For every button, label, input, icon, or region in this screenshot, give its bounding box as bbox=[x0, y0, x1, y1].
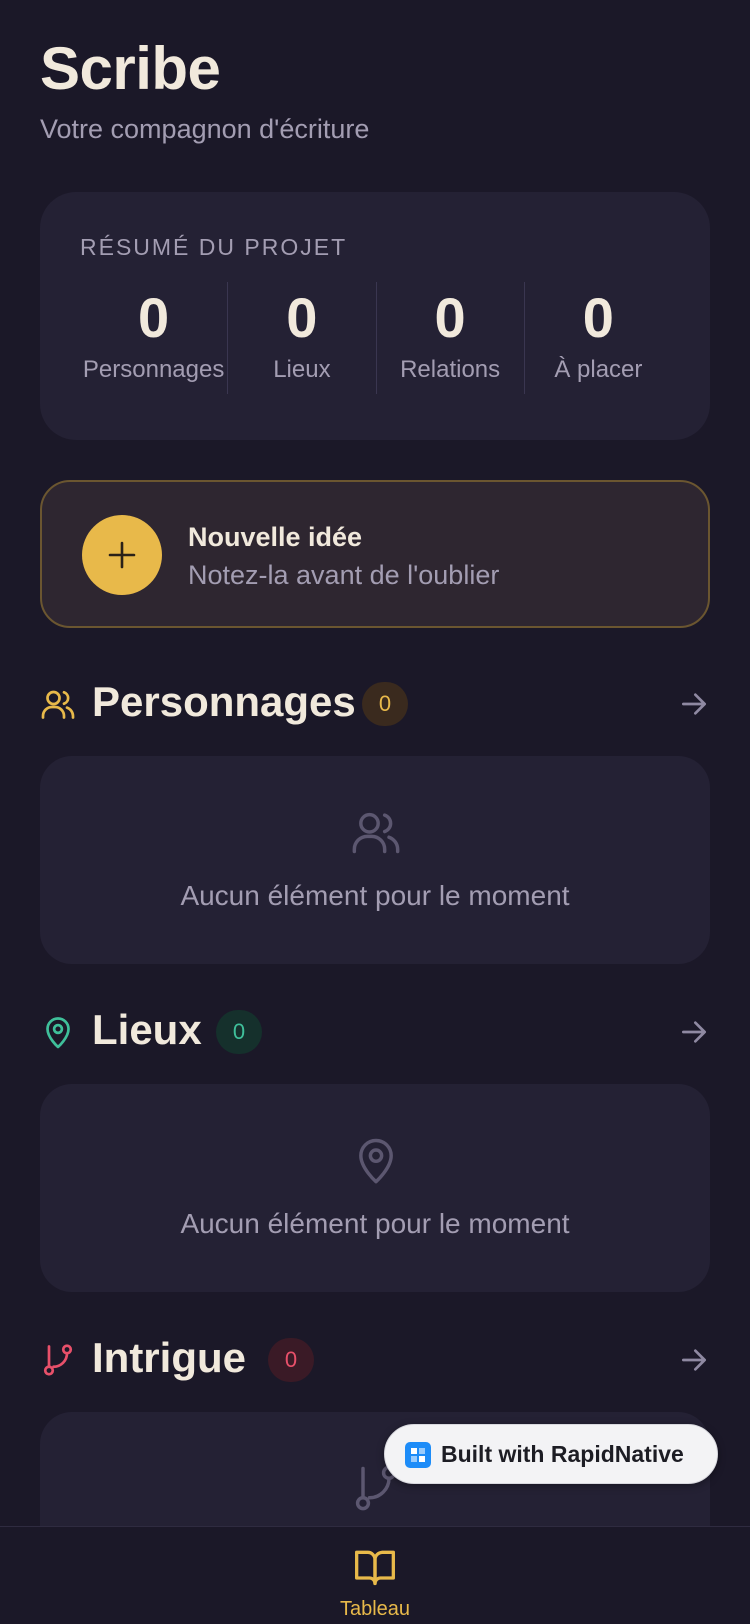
stat-places: 0 Lieux bbox=[227, 282, 375, 394]
arrow-right-icon[interactable] bbox=[678, 1344, 710, 1376]
section-header-places[interactable]: Lieux 0 bbox=[40, 1002, 710, 1062]
users-icon bbox=[352, 812, 400, 854]
plus-icon bbox=[82, 515, 162, 595]
stat-label: Lieux bbox=[273, 356, 331, 383]
stat-value: 0 bbox=[434, 286, 466, 349]
arrow-right-icon[interactable] bbox=[678, 688, 710, 720]
map-pin-icon bbox=[46, 1017, 70, 1049]
app-title: Scribe bbox=[40, 35, 221, 102]
section-header-characters[interactable]: Personnages 0 bbox=[40, 674, 710, 734]
users-icon bbox=[41, 690, 75, 719]
tab-label: Tableau bbox=[339, 1598, 411, 1620]
map-pin-icon bbox=[359, 1138, 393, 1184]
book-open-icon bbox=[355, 1550, 395, 1586]
empty-state-text: Aucun élément pour le moment bbox=[180, 1208, 570, 1239]
count-badge: 0 bbox=[268, 1338, 314, 1382]
project-summary-card: RÉSUMÉ DU PROJET 0 Personnages 0 Lieux 0… bbox=[40, 192, 710, 440]
stat-characters: 0 Personnages bbox=[80, 282, 227, 394]
tab-dashboard[interactable]: Tableau bbox=[325, 1545, 425, 1621]
app-subtitle: Votre compagnon d'écriture bbox=[40, 114, 370, 144]
arrow-right-icon[interactable] bbox=[678, 1016, 710, 1048]
empty-state-card: Aucun élément pour le moment bbox=[40, 1084, 710, 1292]
stat-to-place: 0 À placer bbox=[523, 282, 672, 394]
git-branch-icon bbox=[43, 1344, 73, 1376]
stat-label: Personnages bbox=[82, 356, 225, 383]
section-header-plot[interactable]: Intrigue 0 bbox=[40, 1330, 710, 1390]
new-idea-title: Nouvelle idée bbox=[188, 522, 363, 552]
badge-text: Built with RapidNative bbox=[441, 1441, 684, 1467]
section-title: Personnages bbox=[92, 678, 356, 725]
stat-value: 0 bbox=[582, 286, 614, 349]
empty-state-text: Aucun élément pour le moment bbox=[180, 880, 570, 911]
empty-state-card: Aucun élément pour le moment bbox=[40, 756, 710, 964]
count-badge: 0 bbox=[362, 682, 408, 726]
section-title: Lieux bbox=[92, 1006, 202, 1053]
app-screen: Scribe Votre compagnon d'écriture RÉSUMÉ… bbox=[0, 0, 750, 1624]
stat-value: 0 bbox=[286, 286, 318, 349]
count-badge: 0 bbox=[216, 1010, 262, 1054]
rapidnative-logo-icon bbox=[405, 1442, 431, 1468]
new-idea-subtitle: Notez-la avant de l'oublier bbox=[188, 560, 500, 590]
built-with-rapidnative-badge[interactable]: Built with RapidNative bbox=[384, 1424, 718, 1484]
new-idea-button[interactable]: Nouvelle idée Notez-la avant de l'oublie… bbox=[40, 480, 710, 628]
section-title: Intrigue bbox=[92, 1334, 246, 1381]
stat-label: Relations bbox=[400, 356, 501, 383]
bottom-tab-bar: Tableau bbox=[0, 1526, 750, 1624]
summary-stats: 0 Personnages 0 Lieux 0 Relations 0 À pl… bbox=[80, 282, 672, 394]
stat-relations: 0 Relations bbox=[375, 282, 524, 394]
stat-label: À placer bbox=[554, 356, 643, 383]
stat-value: 0 bbox=[138, 286, 170, 349]
summary-label: RÉSUMÉ DU PROJET bbox=[80, 234, 348, 260]
